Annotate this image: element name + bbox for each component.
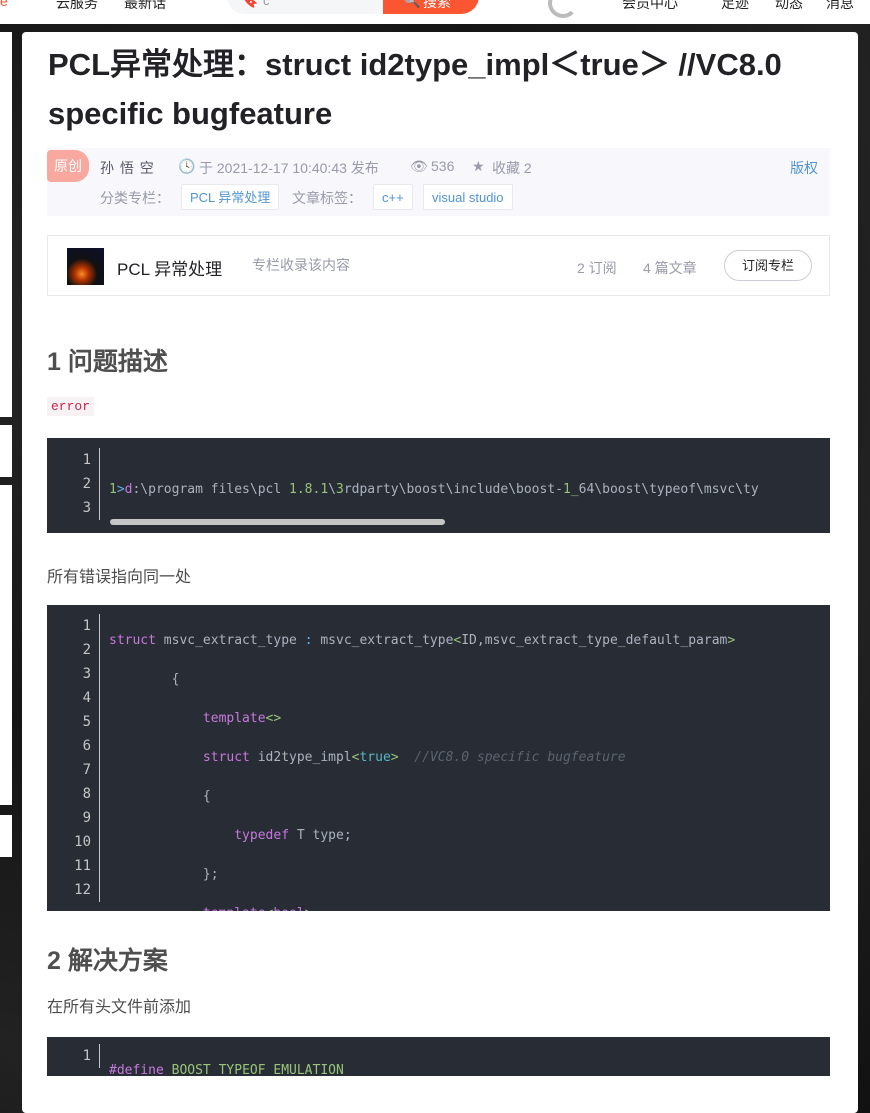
line-number: 2 bbox=[82, 476, 91, 492]
column-articles: 4 篇文章 bbox=[643, 260, 697, 276]
paragraph-note: 所有错误指向同一处 bbox=[47, 569, 192, 586]
nav-cloud-service[interactable]: 云服务 bbox=[56, 0, 98, 13]
column-thumbnail[interactable] bbox=[67, 248, 104, 285]
search-button-label: 搜索 bbox=[423, 0, 451, 10]
line-numbers: 1 2 3 bbox=[47, 448, 100, 520]
code-line: 1>d:\program files\pcl 1.8.1\3rdparty\bo… bbox=[109, 482, 759, 497]
code-line: }; bbox=[109, 867, 219, 882]
line-number: 8 bbox=[82, 786, 91, 802]
section-heading: 2 解决方案 bbox=[47, 947, 168, 975]
tag-cpp[interactable]: c++ bbox=[373, 184, 413, 210]
column-name[interactable]: PCL 异常处理 bbox=[117, 255, 222, 280]
left-sidebar-card bbox=[0, 425, 12, 477]
line-number: 12 bbox=[74, 882, 91, 898]
top-toolbar: e 云服务 最新话 🔖 c 🔍 搜索 会员中心 足迹 动态 消息 bbox=[0, 0, 870, 24]
category-label: 分类专栏： bbox=[100, 190, 170, 206]
star-icon: ★ bbox=[472, 158, 485, 174]
line-number: 1 bbox=[82, 618, 91, 634]
line-number: 7 bbox=[82, 762, 91, 778]
publish-time: 于 2021-12-17 10:40:43 发布 bbox=[199, 160, 379, 176]
search-hot-icon: 🔖 bbox=[241, 0, 259, 8]
left-sidebar-card bbox=[0, 32, 12, 417]
original-badge: 原创 bbox=[47, 150, 89, 182]
search-button[interactable]: 🔍 搜索 bbox=[383, 0, 479, 14]
inline-code-error: error bbox=[47, 397, 95, 416]
csdn-logo-icon[interactable] bbox=[548, 0, 578, 18]
line-number: 2 bbox=[82, 642, 91, 658]
nav-latest[interactable]: 最新话 bbox=[124, 0, 166, 13]
code-line: template<> bbox=[202, 711, 282, 726]
code-line: 1>d:\program files\pcl 1.8.1\3rdparty\bo… bbox=[109, 532, 759, 533]
eye-icon: 👁 bbox=[410, 158, 428, 174]
favorite-count[interactable]: 收藏 2 bbox=[492, 158, 532, 178]
code-horizontal-scrollbar[interactable] bbox=[110, 519, 445, 525]
line-number: 4 bbox=[82, 690, 91, 706]
author-name[interactable]: 孙 悟 空 bbox=[100, 158, 155, 178]
line-number: 6 bbox=[82, 738, 91, 754]
tags-label: 文章标签： bbox=[292, 190, 362, 206]
line-number: 9 bbox=[82, 810, 91, 826]
left-sidebar-card bbox=[0, 485, 12, 805]
nav-member-center[interactable]: 会员中心 bbox=[622, 0, 678, 13]
line-number: 3 bbox=[82, 666, 91, 682]
column-subscriptions: 2 订阅 bbox=[577, 260, 617, 276]
line-number: 3 bbox=[82, 500, 91, 516]
code-block-define: 1 #define BOOST_TYPEOF_EMULATION bbox=[47, 1037, 830, 1076]
copyright-link[interactable]: 版权 bbox=[790, 158, 818, 178]
line-numbers: 1 bbox=[47, 1044, 100, 1068]
code-line: template<bool> bbox=[109, 902, 735, 911]
paragraph-note: 在所有头文件前添加 bbox=[47, 999, 192, 1016]
category-tag[interactable]: PCL 异常处理 bbox=[181, 184, 280, 210]
tag-visual-studio[interactable]: visual studio bbox=[423, 184, 513, 210]
code-block-struct: 1 2 3 4 5 6 7 8 9 10 11 12 struct msvc_e… bbox=[47, 605, 830, 911]
section-heading: 1 问题描述 bbox=[47, 348, 168, 376]
search-icon: 🔍 bbox=[403, 0, 421, 8]
nav-dynamics[interactable]: 动态 bbox=[775, 0, 803, 13]
code-line: struct msvc_extract_type : msvc_extract_… bbox=[109, 633, 736, 648]
line-number: 1 bbox=[82, 452, 91, 468]
toolbar-logo-fragment[interactable]: e bbox=[0, 0, 8, 9]
code-line: #define BOOST_TYPEOF_EMULATION bbox=[109, 1063, 344, 1076]
code-lines: struct msvc_extract_type : msvc_extract_… bbox=[109, 614, 735, 911]
view-count: 536 bbox=[431, 158, 455, 174]
line-number: 11 bbox=[74, 858, 91, 874]
column-subtitle: 专栏收录该内容 bbox=[252, 257, 350, 273]
search-placeholder: c bbox=[263, 0, 270, 8]
code-line: struct id2type_impl<true> //VC8.0 specif… bbox=[202, 750, 626, 765]
subscribe-column-button[interactable]: 订阅专栏 bbox=[724, 250, 812, 281]
code-lines: #define BOOST_TYPEOF_EMULATION bbox=[109, 1044, 344, 1076]
code-line: typedef T type; bbox=[234, 828, 352, 843]
code-line: { bbox=[109, 789, 211, 804]
nav-footprint[interactable]: 足迹 bbox=[721, 0, 749, 13]
line-number: 1 bbox=[82, 1048, 91, 1064]
code-line: { bbox=[109, 672, 180, 687]
line-numbers: 1 2 3 4 5 6 7 8 9 10 11 12 bbox=[47, 614, 100, 902]
line-number: 10 bbox=[74, 834, 91, 850]
article-title: PCL异常处理：struct id2type_impl＜true＞ //VC8.… bbox=[48, 47, 782, 131]
clock-icon: 🕓 bbox=[178, 158, 196, 174]
nav-messages[interactable]: 消息 bbox=[826, 0, 854, 13]
line-number: 5 bbox=[82, 714, 91, 730]
left-sidebar-card bbox=[0, 815, 12, 857]
